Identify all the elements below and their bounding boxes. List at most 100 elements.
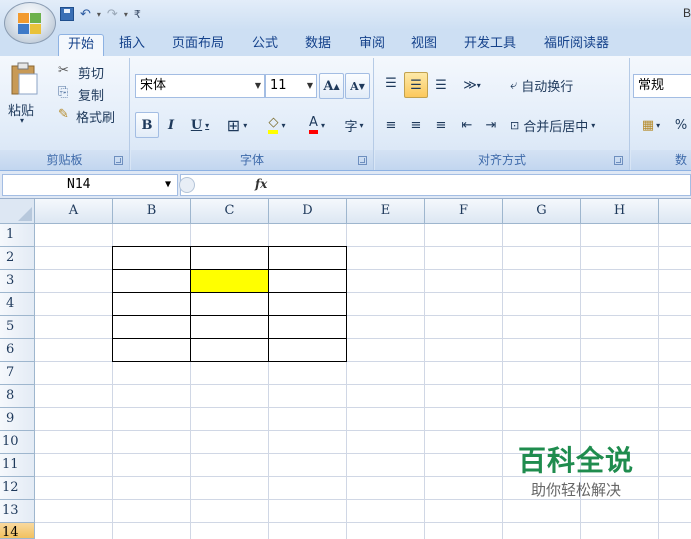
row-header-8[interactable]: 8 <box>0 385 35 408</box>
increase-indent-button[interactable]: ⇥ <box>479 112 503 138</box>
cell-c3-highlighted[interactable] <box>191 270 269 293</box>
quick-access-toolbar: ↶ ▾ ↷ ▾ ₹ <box>60 4 141 24</box>
row-header-9[interactable]: 9 <box>0 408 35 431</box>
font-size-select[interactable]: 11 ▼ <box>265 74 317 98</box>
align-bottom-button[interactable]: ☰ <box>429 72 453 98</box>
row-header-3[interactable]: 3 <box>0 270 35 293</box>
row-header-11[interactable]: 11 <box>0 454 35 477</box>
font-launcher-icon[interactable] <box>358 156 367 165</box>
cell-c6[interactable] <box>191 339 269 362</box>
font-group-label: 字体 <box>131 150 373 170</box>
select-all-button[interactable] <box>0 199 35 224</box>
row-header-6[interactable]: 6 <box>0 339 35 362</box>
undo-icon[interactable]: ↶ <box>80 7 91 22</box>
bold-button[interactable]: B <box>135 112 159 138</box>
merge-center-button[interactable]: ⊡ 合并后居中 ▾ <box>509 112 627 138</box>
tab-home[interactable]: 开始 <box>58 34 105 56</box>
italic-button[interactable]: I <box>159 112 183 138</box>
customize-qat-icon[interactable]: ₹ <box>134 8 141 21</box>
row-header-4[interactable]: 4 <box>0 293 35 316</box>
number-group: 常规 ▦ ▾ % 数 <box>631 58 691 170</box>
tab-formulas[interactable]: 公式 <box>243 34 287 56</box>
align-left-button[interactable]: ≡ <box>379 112 403 138</box>
gridline <box>35 407 691 408</box>
cell-c2[interactable] <box>191 247 269 270</box>
clipboard-launcher-icon[interactable] <box>114 156 123 165</box>
column-header-f[interactable]: F <box>425 199 503 224</box>
tab-review[interactable]: 审阅 <box>350 34 394 56</box>
cell-c4[interactable] <box>191 293 269 316</box>
percent-button[interactable]: % <box>671 112 691 138</box>
cell-b4[interactable] <box>113 293 191 316</box>
row-header-5[interactable]: 5 <box>0 316 35 339</box>
formula-input[interactable]: fx <box>179 174 691 196</box>
undo-dropdown-icon[interactable]: ▾ <box>97 10 101 19</box>
column-header-e[interactable]: E <box>347 199 425 224</box>
row-header-10[interactable]: 10 <box>0 431 35 454</box>
borders-button[interactable]: ⊞ ▾ <box>219 112 255 138</box>
cell-c5[interactable] <box>191 316 269 339</box>
wrap-text-button[interactable]: ⤶ 自动换行 <box>509 72 619 98</box>
tab-page-layout[interactable]: 页面布局 <box>163 34 233 56</box>
grow-font-button[interactable]: A ▲ <box>319 73 344 99</box>
align-right-button[interactable]: ≡ <box>429 112 453 138</box>
row-header-12[interactable]: 12 <box>0 477 35 500</box>
cell-d4[interactable] <box>269 293 347 316</box>
row-header-2[interactable]: 2 <box>0 247 35 270</box>
format-painter-button[interactable]: ✎ 格式刷 <box>58 106 128 126</box>
accounting-format-button[interactable]: ▦ ▾ <box>633 112 669 138</box>
cell-b5[interactable] <box>113 316 191 339</box>
cell-d6[interactable] <box>269 339 347 362</box>
column-header-i[interactable] <box>659 199 691 224</box>
cell-d2[interactable] <box>269 247 347 270</box>
office-button[interactable] <box>4 2 56 44</box>
fill-color-button[interactable]: ◇ ▾ <box>257 112 297 138</box>
align-center-button[interactable]: ≡ <box>404 112 428 138</box>
cell-b6[interactable] <box>113 339 191 362</box>
cell-b2[interactable] <box>113 247 191 270</box>
orientation-button[interactable]: ≫ ▾ <box>455 72 489 98</box>
shrink-font-button[interactable]: A ▼ <box>345 73 370 99</box>
cell-b3[interactable] <box>113 270 191 293</box>
percent-icon: % <box>674 117 688 133</box>
wrap-text-icon: ⤶ <box>510 77 518 93</box>
column-header-h[interactable]: H <box>581 199 659 224</box>
row-header-13[interactable]: 13 <box>0 500 35 523</box>
redo-dropdown-icon[interactable]: ▾ <box>124 10 128 19</box>
insert-function-button[interactable]: fx <box>255 177 267 191</box>
column-header-g[interactable]: G <box>503 199 581 224</box>
phonetic-button[interactable]: 字 ▾ <box>337 112 371 138</box>
decrease-indent-button[interactable]: ⇤ <box>455 112 479 138</box>
cut-button[interactable]: ✂ 剪切 <box>58 62 124 82</box>
font-group: 宋体 ▼ 11 ▼ A ▲ A ▼ B I U ▾ ⊞ ▾ ◇ ▾ A ▾ 字 … <box>131 58 374 170</box>
row-header-1[interactable]: 1 <box>0 224 35 247</box>
column-header-b[interactable]: B <box>113 199 191 224</box>
align-top-button[interactable]: ☰ <box>379 70 403 96</box>
copy-button[interactable]: ⎘ 复制 <box>58 84 124 104</box>
shrink-font-icon: A <box>350 79 359 93</box>
save-icon[interactable] <box>60 7 74 21</box>
cell-d5[interactable] <box>269 316 347 339</box>
cell-d3[interactable] <box>269 270 347 293</box>
number-format-value: 常规 <box>638 78 665 93</box>
font-name-select[interactable]: 宋体 ▼ <box>135 74 265 98</box>
paste-button[interactable]: 粘贴 ▾ <box>6 62 44 132</box>
tab-foxit-reader[interactable]: 福昕阅读器 <box>535 34 618 56</box>
tab-developer[interactable]: 开发工具 <box>455 34 525 56</box>
alignment-launcher-icon[interactable] <box>614 156 623 165</box>
tab-view[interactable]: 视图 <box>402 34 446 56</box>
font-color-button[interactable]: A ▾ <box>299 112 335 138</box>
column-header-c[interactable]: C <box>191 199 269 224</box>
tab-insert[interactable]: 插入 <box>110 34 154 56</box>
font-color-icon: A <box>309 116 318 134</box>
number-format-select[interactable]: 常规 <box>633 74 691 98</box>
tab-data[interactable]: 数据 <box>296 34 340 56</box>
row-header-14-active[interactable]: 14 <box>0 523 35 539</box>
redo-icon[interactable]: ↷ <box>107 7 118 22</box>
align-middle-button[interactable]: ☰ <box>404 72 428 98</box>
name-box[interactable]: N14 ▼ <box>2 174 178 196</box>
underline-button[interactable]: U ▾ <box>183 112 217 138</box>
column-header-a[interactable]: A <box>35 199 113 224</box>
column-header-d[interactable]: D <box>269 199 347 224</box>
row-header-7[interactable]: 7 <box>0 362 35 385</box>
